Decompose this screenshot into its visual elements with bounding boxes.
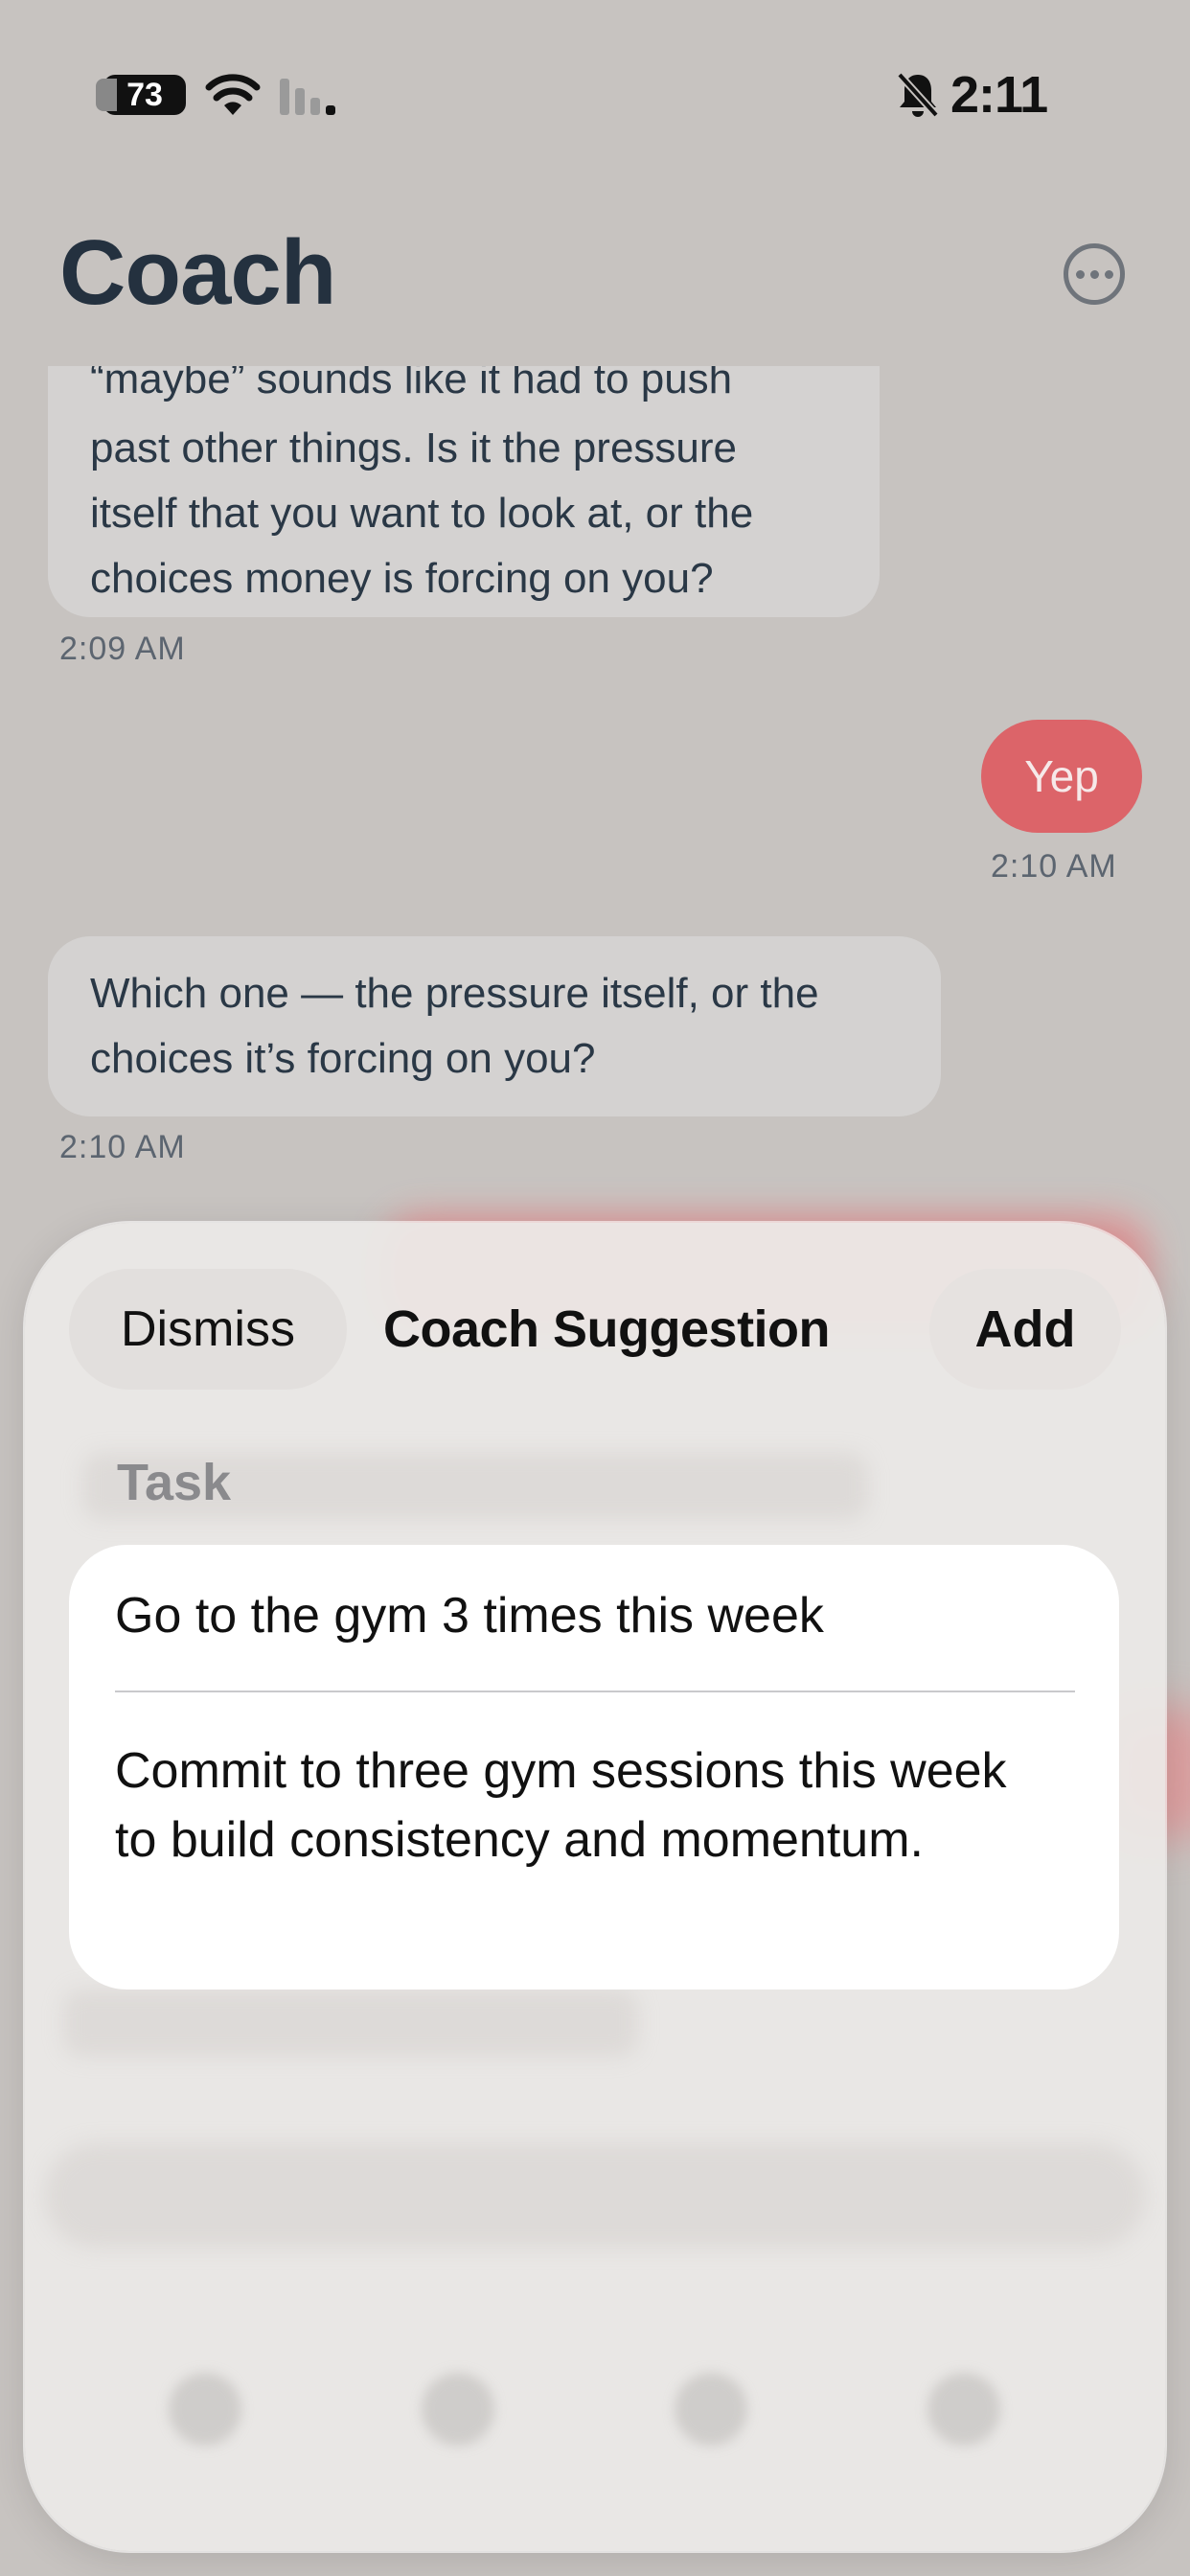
more-options-icon[interactable]: [1064, 243, 1125, 305]
battery-indicator: 73: [96, 75, 186, 115]
coach-message: “maybe” sounds like it had to push past …: [48, 366, 880, 617]
user-message: Yep: [981, 720, 1142, 833]
blurred-background-text: [63, 1990, 638, 2057]
coach-suggestion-sheet: Dismiss Coach Suggestion Add Task Go to …: [25, 1223, 1165, 2551]
blurred-nav-icon: [422, 2373, 494, 2446]
bell-slash-icon: [897, 72, 939, 118]
blurred-nav-icon: [169, 2373, 241, 2446]
task-card: Go to the gym 3 times this week Commit t…: [69, 1545, 1119, 1990]
page-title: Coach: [59, 221, 336, 324]
message-line: “maybe” sounds like it had to push: [90, 366, 733, 402]
sheet-title: Coach Suggestion: [383, 1300, 831, 1358]
message-line: choices it’s forcing on you?: [90, 1035, 596, 1082]
chat-thread[interactable]: “maybe” sounds like it had to push past …: [0, 366, 1190, 1229]
status-time: 2:11: [950, 66, 1048, 124]
message-timestamp: 2:10 AM: [991, 848, 1117, 885]
section-label-task: Task: [117, 1454, 232, 1511]
message-line: itself that you want to look at, or the: [90, 490, 754, 537]
divider: [115, 1690, 1075, 1692]
message-line: choices money is forcing on you?: [90, 555, 714, 602]
blurred-nav-icon: [927, 2373, 1000, 2446]
message-timestamp: 2:09 AM: [59, 631, 186, 667]
dismiss-button[interactable]: Dismiss: [69, 1269, 347, 1390]
status-bar: 73 2:11: [0, 0, 1190, 192]
add-button[interactable]: Add: [929, 1269, 1121, 1390]
blurred-nav-icon: [675, 2373, 747, 2446]
battery-level: 73: [126, 77, 163, 113]
task-title-field[interactable]: Go to the gym 3 times this week: [115, 1587, 824, 1644]
message-timestamp: 2:10 AM: [59, 1129, 186, 1165]
coach-message: Which one — the pressure itself, or the …: [48, 936, 941, 1116]
cellular-signal-icon: [280, 79, 335, 115]
task-description-field[interactable]: Commit to three gym sessions this week t…: [115, 1736, 1054, 1874]
message-line: past other things. Is it the pressure: [90, 425, 738, 472]
wifi-icon: [205, 74, 261, 115]
blurred-message-input: [44, 2143, 1146, 2248]
message-line: Which one — the pressure itself, or the: [90, 970, 819, 1017]
